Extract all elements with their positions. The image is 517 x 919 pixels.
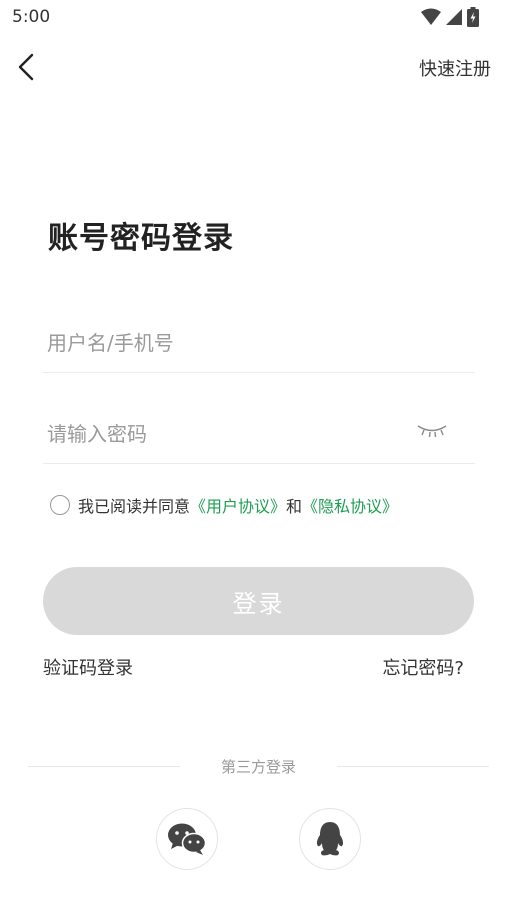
back-button[interactable]: [12, 50, 44, 84]
password-input[interactable]: [47, 418, 407, 450]
agreement-radio[interactable]: [50, 495, 70, 515]
password-field: [43, 404, 475, 464]
wechat-icon: [168, 823, 207, 855]
eye-closed-icon[interactable]: [415, 420, 449, 440]
status-time: 5:00: [12, 7, 51, 27]
status-icons: [421, 7, 479, 27]
forgot-password-link[interactable]: 忘记密码?: [382, 654, 464, 680]
qq-login-button[interactable]: [299, 808, 361, 870]
privacy-agreement-link[interactable]: 《隐私协议》: [302, 493, 398, 517]
sms-login-link[interactable]: 验证码登录: [43, 654, 133, 680]
signal-icon: [446, 9, 462, 25]
agreement-prefix: 我已阅读并同意: [78, 497, 191, 516]
agreement-row: 我已阅读并同意 《用户协议》 和 《隐私协议》: [50, 493, 398, 517]
login-button[interactable]: 登录: [43, 567, 474, 635]
user-agreement-link[interactable]: 《用户协议》: [190, 493, 286, 517]
username-field: [43, 313, 475, 373]
qq-icon: [316, 822, 344, 856]
chevron-left-icon: [18, 53, 34, 81]
battery-icon: [467, 7, 479, 27]
quick-register-link[interactable]: 快速注册: [419, 55, 491, 81]
page-title: 账号密码登录: [48, 221, 234, 256]
username-input[interactable]: [47, 327, 407, 359]
divider-right: [337, 766, 489, 767]
wechat-login-button[interactable]: [156, 808, 218, 870]
status-bar: 5:00: [0, 0, 517, 36]
agreement-and: 和: [286, 497, 303, 516]
wifi-icon: [421, 8, 441, 25]
